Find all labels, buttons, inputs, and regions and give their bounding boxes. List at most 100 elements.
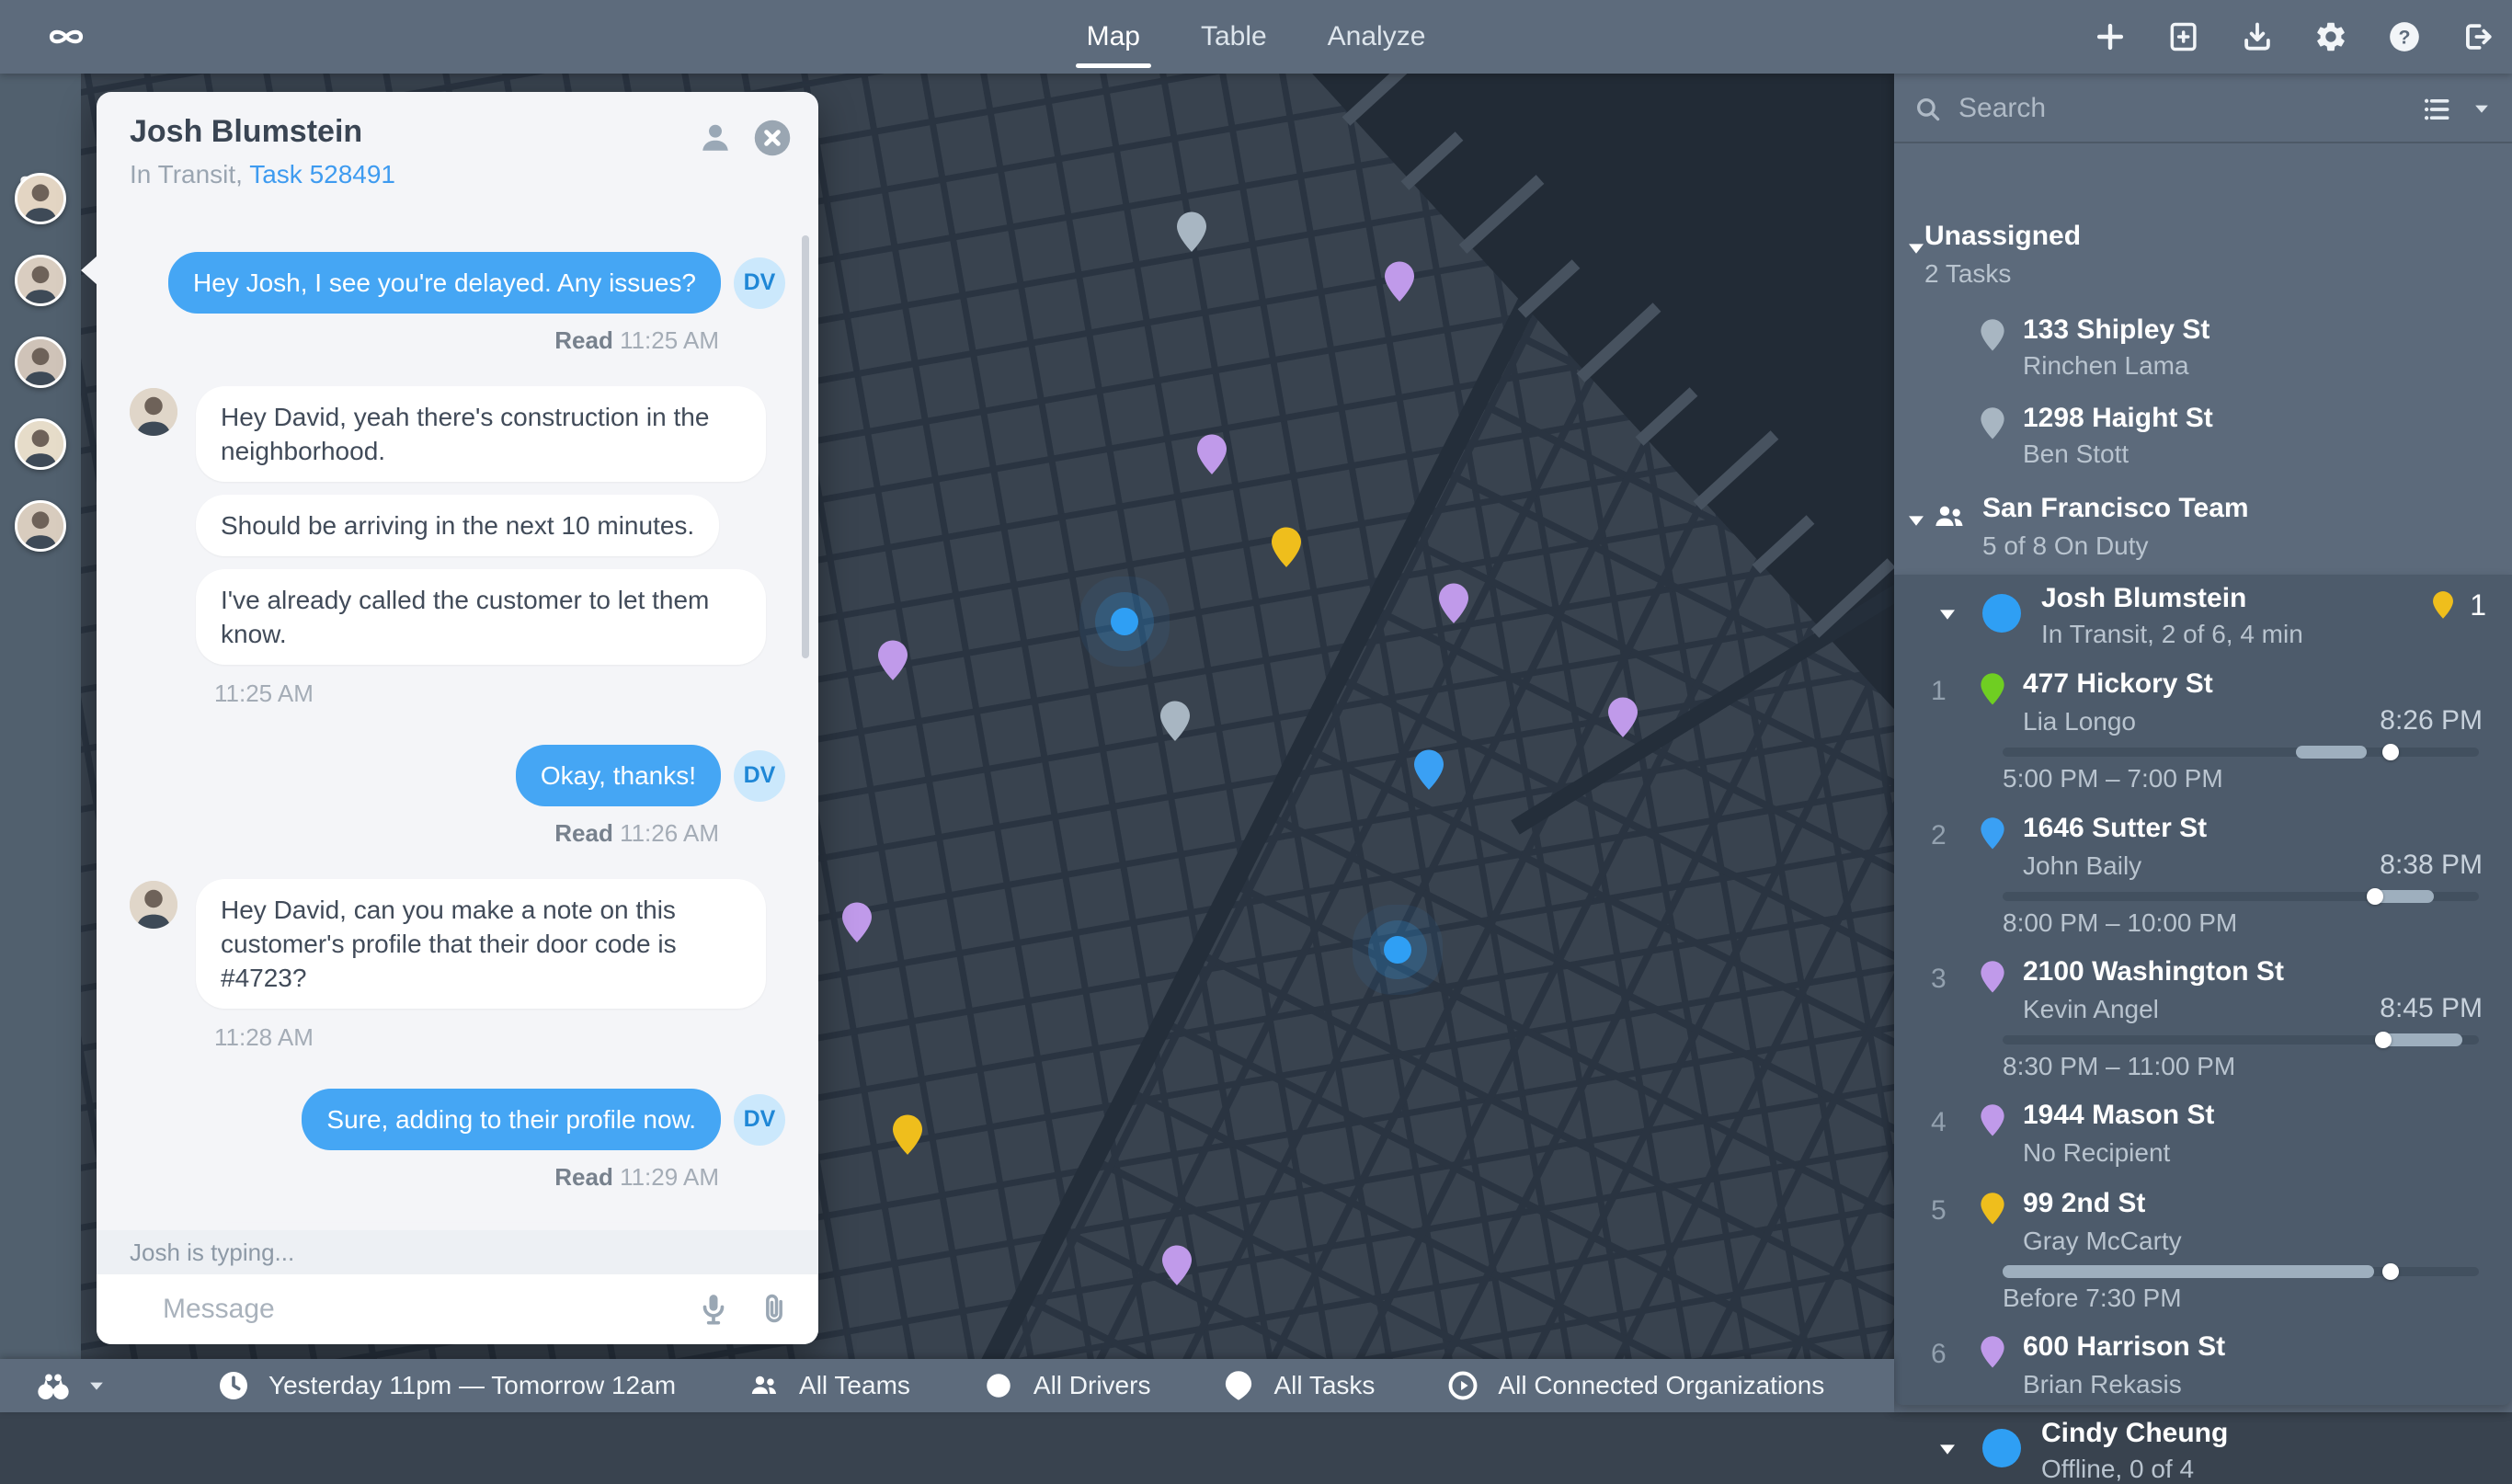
avatar-driver-5[interactable] bbox=[15, 500, 66, 552]
stop-address: 1646 Sutter St bbox=[2023, 813, 2207, 844]
map-pin-gray[interactable] bbox=[1174, 211, 1209, 255]
sign-out-icon[interactable] bbox=[2461, 19, 2495, 54]
stop-recipient: Brian Rekasis bbox=[2023, 1370, 2182, 1399]
caret-down-icon[interactable] bbox=[1907, 513, 1925, 526]
tab-analyze[interactable]: Analyze bbox=[1328, 0, 1426, 74]
message-incoming: Should be arriving in the next 10 minute… bbox=[130, 495, 719, 556]
message-input[interactable] bbox=[163, 1294, 671, 1325]
map-pin-blue[interactable] bbox=[1411, 748, 1446, 793]
top-bar: Map Table Analyze ? bbox=[0, 0, 2512, 74]
microphone-icon[interactable] bbox=[695, 1291, 732, 1328]
team-icon bbox=[1931, 498, 1968, 535]
stop-pin-icon bbox=[1979, 1335, 2006, 1375]
binoculars-icon[interactable] bbox=[33, 1367, 74, 1404]
message-bubble: Sure, adding to their profile now. bbox=[302, 1089, 721, 1150]
message-bubble: Hey David, yeah there's construction in … bbox=[196, 386, 766, 482]
message-bubble: I've already called the customer to let … bbox=[196, 569, 766, 665]
org-icon bbox=[1446, 1369, 1479, 1402]
avatar-driver-3[interactable] bbox=[15, 337, 66, 388]
settings-icon[interactable] bbox=[2313, 19, 2348, 54]
chevron-down-icon[interactable] bbox=[86, 1378, 107, 1393]
task-pin-icon bbox=[1979, 318, 2006, 358]
map-pin-purple[interactable] bbox=[1436, 582, 1471, 626]
onfleet-dashboard: { "topbar": { "tabs": [ {"label": "Map",… bbox=[0, 0, 2512, 1412]
recipient-icon[interactable] bbox=[695, 118, 736, 158]
filter-all-teams[interactable]: All Teams bbox=[748, 1369, 910, 1402]
map-pin-purple[interactable] bbox=[839, 901, 874, 945]
map-pin-purple[interactable] bbox=[1382, 260, 1417, 304]
chevron-down-icon[interactable] bbox=[2472, 101, 2492, 116]
stop-eta: 8:26 PM bbox=[2380, 705, 2483, 736]
stop-number: 6 bbox=[1931, 1339, 1947, 1370]
filter-all-tasks[interactable]: All Tasks bbox=[1222, 1369, 1375, 1402]
import-tasks-icon[interactable] bbox=[2166, 19, 2201, 54]
list-view-icon[interactable] bbox=[2422, 94, 2453, 125]
help-icon[interactable]: ? bbox=[2387, 19, 2422, 54]
time-window-bar bbox=[2003, 1267, 2479, 1276]
filter-all-drivers[interactable]: All Drivers bbox=[982, 1369, 1151, 1402]
task-recipient: Ben Stott bbox=[2023, 439, 2129, 469]
filter-label: All Drivers bbox=[1033, 1371, 1151, 1400]
pin-icon bbox=[1222, 1369, 1255, 1402]
map-pin-purple[interactable] bbox=[1605, 696, 1640, 740]
avatar-driver-1[interactable] bbox=[15, 173, 66, 224]
sidebar-search-row bbox=[1894, 74, 2512, 143]
group-title: Unassigned bbox=[1924, 221, 2081, 252]
driver-name: Josh Blumstein bbox=[2041, 583, 2246, 614]
stop-time-window: 8:30 PM – 11:00 PM bbox=[2003, 1052, 2235, 1081]
read-receipt: Read 11:26 AM bbox=[554, 819, 719, 848]
group-title: San Francisco Team bbox=[1982, 493, 2249, 524]
filter-label: All Teams bbox=[799, 1371, 910, 1400]
stop-address: 477 Hickory St bbox=[2023, 668, 2213, 700]
stop-pin-icon bbox=[1979, 672, 2006, 712]
stop-recipient: No Recipient bbox=[2023, 1138, 2170, 1168]
clock-icon bbox=[217, 1369, 250, 1402]
caret-down-icon[interactable] bbox=[1907, 241, 1925, 254]
typing-indicator: Josh is typing... bbox=[97, 1230, 818, 1274]
map-pin-yellow[interactable] bbox=[1269, 526, 1304, 570]
map-pin-yellow[interactable] bbox=[890, 1113, 925, 1158]
avatar-driver-2[interactable] bbox=[15, 255, 66, 306]
dispatcher-avatar: DV bbox=[734, 1094, 785, 1146]
export-tasks-icon[interactable] bbox=[2240, 19, 2275, 54]
stop-pin-icon bbox=[1979, 816, 2006, 856]
create-task-icon[interactable] bbox=[2093, 19, 2128, 54]
avatar-driver-4[interactable] bbox=[15, 418, 66, 470]
team-icon bbox=[748, 1369, 781, 1402]
filter-all-connected-organizations[interactable]: All Connected Organizations bbox=[1446, 1369, 1824, 1402]
stop-eta: 8:45 PM bbox=[2380, 993, 2483, 1024]
attachment-icon[interactable] bbox=[756, 1291, 793, 1328]
message-outgoing: Hey Josh, I see you're delayed. Any issu… bbox=[168, 252, 785, 314]
driver-location-dot[interactable] bbox=[1111, 608, 1138, 635]
stop-address: 99 2nd St bbox=[2023, 1188, 2145, 1219]
message-bubble: Hey David, can you make a note on this c… bbox=[196, 879, 766, 1009]
caret-down-icon[interactable] bbox=[1938, 607, 1957, 620]
stop-recipient: John Baily bbox=[2023, 851, 2141, 881]
dispatcher-avatar: DV bbox=[734, 750, 785, 802]
read-receipt: Read 11:29 AM bbox=[554, 1163, 719, 1192]
filter-label: All Tasks bbox=[1273, 1371, 1375, 1400]
driver-status: Offline, 0 of 4 bbox=[2041, 1455, 2194, 1484]
search-input[interactable] bbox=[1958, 86, 2345, 131]
stop-number: 5 bbox=[1931, 1195, 1947, 1227]
driver-status: In Transit, 2 of 6, 4 min bbox=[2041, 620, 2303, 649]
time-window-bar bbox=[2003, 1035, 2479, 1045]
caret-down-icon[interactable] bbox=[1938, 1442, 1957, 1455]
driver-location-dot[interactable] bbox=[1384, 936, 1411, 964]
task-link[interactable]: Task 528491 bbox=[249, 160, 395, 188]
close-icon[interactable] bbox=[752, 118, 793, 158]
tab-map[interactable]: Map bbox=[1087, 0, 1140, 74]
stop-address: 1944 Mason St bbox=[2023, 1100, 2214, 1131]
task-pin-icon bbox=[1979, 406, 2006, 446]
map-pin-gray[interactable] bbox=[1158, 700, 1193, 744]
map-pin-purple[interactable] bbox=[1194, 433, 1229, 477]
time-window-bar bbox=[2003, 892, 2479, 901]
filter-yesterday-11pm-tomorrow-12am[interactable]: Yesterday 11pm — Tomorrow 12am bbox=[217, 1369, 676, 1402]
tab-table[interactable]: Table bbox=[1201, 0, 1267, 74]
map-pin-purple[interactable] bbox=[1159, 1244, 1194, 1288]
stop-recipient: Lia Longo bbox=[2023, 707, 2136, 736]
chat-scrollbar[interactable] bbox=[802, 235, 809, 658]
stop-time-window: Before 7:30 PM bbox=[2003, 1284, 2182, 1313]
message-timestamp: 11:25 AM bbox=[214, 679, 314, 708]
map-pin-purple[interactable] bbox=[875, 639, 910, 683]
